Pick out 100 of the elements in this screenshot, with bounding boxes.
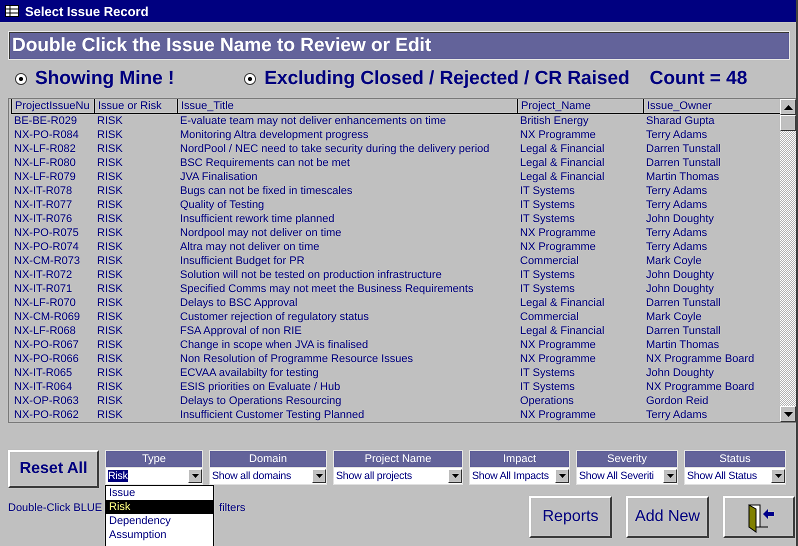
table-cell-text: NX-LF-R070 bbox=[13, 296, 77, 310]
up-arrow-icon[interactable] bbox=[784, 104, 792, 110]
table-cell-text: RISK bbox=[96, 338, 124, 352]
down-arrow-icon[interactable] bbox=[784, 412, 792, 416]
table-cell-text: NordPool / NEC need to take security during the delivery period bbox=[179, 142, 490, 156]
column-header[interactable]: Issue_Owner bbox=[643, 99, 769, 113]
dropdown-option[interactable]: Assumption bbox=[106, 528, 213, 542]
hint-text: filters bbox=[219, 502, 246, 516]
table-cell-text: BE-BE-R029 bbox=[13, 114, 78, 128]
filter-dropdown[interactable]: Risk bbox=[105, 468, 203, 485]
dropdown-arrow-icon[interactable] bbox=[192, 474, 198, 478]
column-header[interactable]: ProjectIssueNu bbox=[11, 99, 94, 113]
table-cell-text: Darren Tunstall bbox=[645, 324, 722, 338]
dropdown-arrow-icon[interactable] bbox=[774, 474, 782, 478]
table-cell-text: BSC Requirements can not be met bbox=[179, 156, 351, 170]
table-cell-text: Commercial bbox=[519, 254, 580, 268]
scroll-thumb[interactable] bbox=[780, 115, 796, 131]
table-cell-text: John Doughty bbox=[645, 268, 715, 282]
dropdown-option[interactable]: Dependency bbox=[106, 514, 213, 528]
table-cell-text: Gordon Reid bbox=[645, 394, 710, 408]
table-cell-text: IT Systems bbox=[519, 366, 576, 380]
table-cell-text: NX-PO-R066 bbox=[13, 352, 80, 366]
table-cell-text: NX Programme Board bbox=[645, 380, 756, 394]
table-cell-text: RISK bbox=[96, 184, 124, 198]
table-cell-text: Non Resolution of Programme Resource Issues bbox=[179, 352, 414, 366]
table-cell-text: JVA Finalisation bbox=[179, 170, 258, 184]
table-cell-text: RISK bbox=[96, 240, 124, 254]
table-cell-text: RISK bbox=[96, 128, 124, 142]
dropdown-option[interactable]: Risk bbox=[106, 500, 213, 514]
filter-label: Domain bbox=[209, 450, 327, 468]
filter-dropdown[interactable]: Show all domains bbox=[209, 468, 327, 485]
table-cell-text: John Doughty bbox=[645, 212, 715, 226]
table-cell-text: Martin Thomas bbox=[645, 170, 720, 184]
table-cell-text: Mark Coyle bbox=[645, 310, 703, 324]
record-count: Count = 48 bbox=[650, 68, 748, 90]
table-cell-text: NX-CM-R069 bbox=[13, 310, 82, 324]
exit-button[interactable] bbox=[723, 496, 795, 538]
table-cell-text: Monitoring Altra development progress bbox=[179, 128, 370, 142]
filter-dropdown[interactable]: Show all projects bbox=[333, 468, 463, 485]
table-cell-text: NX-PO-R062 bbox=[13, 408, 80, 422]
table-cell-text: Change in scope when JVA is finalised bbox=[179, 338, 370, 352]
table-cell-text: Quality of Testing bbox=[179, 198, 266, 212]
table-cell-text: NX-IT-R071 bbox=[13, 282, 74, 296]
dropdown-arrow-icon[interactable] bbox=[558, 474, 566, 478]
filter-label: Project Name bbox=[333, 450, 463, 468]
table-cell-text: IT Systems bbox=[519, 184, 576, 198]
table-cell-text: FSA Approval of non RIE bbox=[179, 324, 303, 338]
table-cell-text: Martin Thomas bbox=[645, 338, 720, 352]
table-cell-text: NX-PO-R075 bbox=[13, 226, 80, 240]
table-cell-text: Altra may not deliver on time bbox=[179, 240, 320, 254]
table-cell-text: NX-LF-R068 bbox=[13, 324, 77, 338]
dropdown-option[interactable]: Issue bbox=[106, 486, 213, 500]
reset-all-button[interactable]: Reset All bbox=[8, 450, 99, 488]
column-header[interactable]: Issue or Risk bbox=[94, 99, 177, 113]
table-cell-text: RISK bbox=[96, 156, 124, 170]
column-header[interactable]: Project_Name bbox=[517, 99, 643, 113]
table-cell-text: Insufficient rework time planned bbox=[179, 212, 336, 226]
table-cell-text: RISK bbox=[96, 198, 124, 212]
form-icon bbox=[5, 5, 19, 17]
table-cell-text: NX Programme bbox=[519, 128, 597, 142]
filter-dropdown[interactable]: Show All Impacts bbox=[469, 468, 570, 485]
table-cell-text: NX Programme bbox=[519, 408, 597, 422]
radio-button[interactable] bbox=[15, 73, 27, 85]
table-cell-text: IT Systems bbox=[519, 198, 576, 212]
table-cell-text: RISK bbox=[96, 268, 124, 282]
table-cell-text: John Doughty bbox=[645, 366, 715, 380]
filter-dropdown[interactable]: Show All Severiti bbox=[576, 468, 678, 485]
column-header[interactable]: Issue_Title bbox=[177, 99, 517, 113]
dropdown-arrow-icon[interactable] bbox=[452, 474, 458, 478]
window-title: Select Issue Record bbox=[25, 4, 149, 18]
action-button[interactable]: Add New bbox=[626, 496, 709, 538]
table-cell-text: NX Programme bbox=[519, 240, 597, 254]
table-cell-text: Sharad Gupta bbox=[645, 114, 716, 128]
table-cell-text: ECVAA availabilty for testing bbox=[179, 366, 320, 380]
table-cell-text: IT Systems bbox=[519, 212, 576, 226]
table-cell-text: Legal & Financial bbox=[519, 142, 606, 156]
vertical-scrollbar[interactable] bbox=[780, 99, 796, 422]
table-cell-text: Terry Adams bbox=[645, 184, 708, 198]
table-cell-text: Specified Comms may not meet the Business Requirements bbox=[179, 282, 474, 296]
table-cell-text: NX-PO-R074 bbox=[13, 240, 80, 254]
table-cell-text: Terry Adams bbox=[645, 226, 708, 240]
filter-label: Type bbox=[105, 450, 203, 468]
filter-dropdown[interactable]: Show All Status bbox=[684, 468, 786, 485]
table-cell-text: Terry Adams bbox=[645, 128, 708, 142]
table-cell-text: NX-PO-R067 bbox=[13, 338, 80, 352]
table-cell-text: Delays to BSC Approval bbox=[179, 296, 298, 310]
table-cell-text: Darren Tunstall bbox=[645, 296, 722, 310]
dropdown-arrow-icon[interactable] bbox=[666, 474, 674, 478]
action-button[interactable]: Reports bbox=[529, 496, 612, 538]
table-cell-text: NX Programme bbox=[519, 352, 597, 366]
table-cell-text: Legal & Financial bbox=[519, 324, 606, 338]
table-cell-text: British Energy bbox=[519, 114, 590, 128]
radio-button[interactable] bbox=[244, 73, 256, 85]
dropdown-arrow-icon[interactable] bbox=[316, 474, 322, 478]
table-cell-text: IT Systems bbox=[519, 380, 576, 394]
table-cell-text: Customer rejection of regulatory status bbox=[179, 310, 370, 324]
table-cell-text: RISK bbox=[96, 394, 124, 408]
table-cell-text: NX-IT-R078 bbox=[13, 184, 74, 198]
table-cell-text: NX-LF-R079 bbox=[13, 170, 77, 184]
table-cell-text: Commercial bbox=[519, 310, 580, 324]
